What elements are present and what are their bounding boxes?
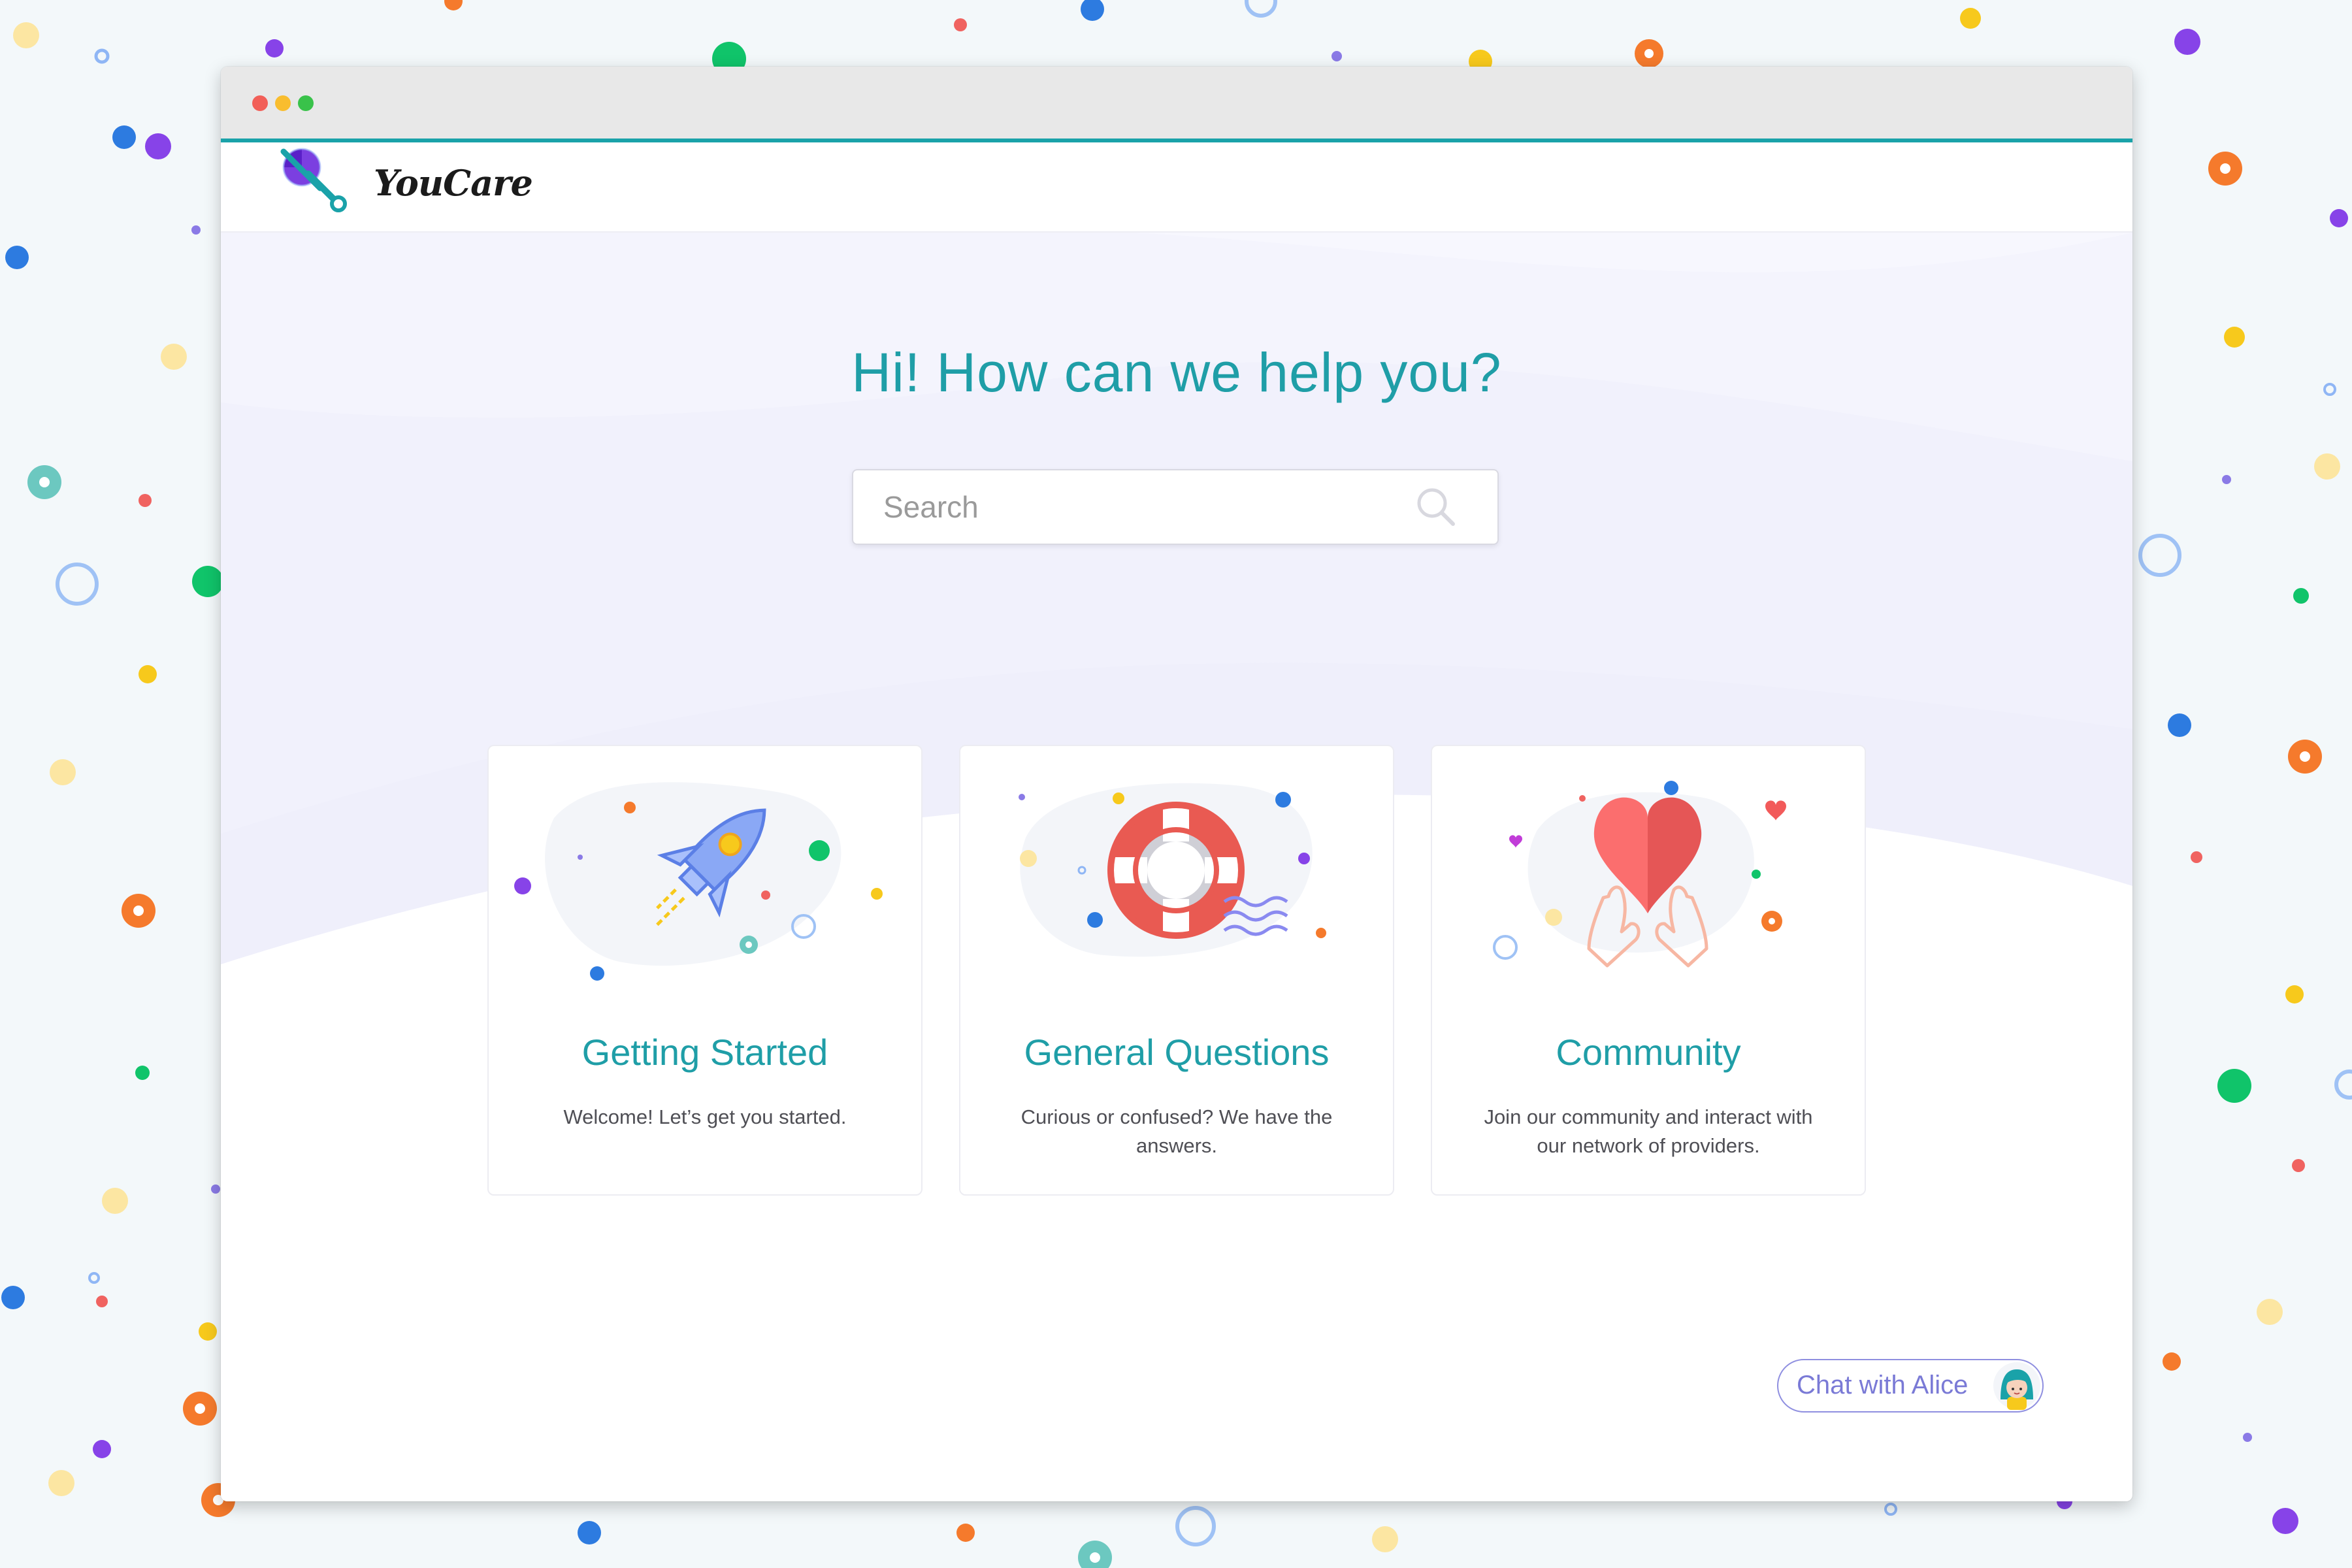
card-getting-started[interactable]: Getting Started Welcome! Let’s get you s… bbox=[487, 745, 923, 1196]
card-description: Curious or confused? We have the answers… bbox=[1021, 1105, 1333, 1157]
card-title[interactable]: Getting Started bbox=[489, 1031, 921, 1073]
close-window-button[interactable] bbox=[252, 95, 268, 111]
search-icon[interactable] bbox=[1411, 482, 1461, 532]
search-box[interactable] bbox=[852, 469, 1499, 545]
hero-title: Hi! How can we help you? bbox=[851, 342, 1502, 403]
card-title[interactable]: Community bbox=[1432, 1031, 1865, 1073]
minimize-window-button[interactable] bbox=[275, 95, 291, 111]
heart-hands-icon bbox=[1493, 781, 1786, 968]
card-description: Join our community and interact with our… bbox=[1484, 1105, 1813, 1157]
maximize-window-button[interactable] bbox=[298, 95, 314, 111]
alice-avatar bbox=[1993, 1362, 2040, 1410]
card-description: Welcome! Let’s get you started. bbox=[563, 1105, 847, 1128]
window-titlebar bbox=[221, 67, 2132, 139]
rocket-icon bbox=[514, 782, 883, 981]
lifebuoy-icon bbox=[1019, 783, 1326, 957]
card-general-questions[interactable]: General Questions Curious or confused? W… bbox=[959, 745, 1394, 1196]
chat-with-alice-button[interactable]: Chat with Alice bbox=[1777, 1359, 2044, 1413]
browser-window: YouCare Hi! How can we help you? Search … bbox=[221, 67, 2132, 1501]
search-input[interactable] bbox=[883, 487, 1393, 527]
chat-button-label: Chat with Alice bbox=[1797, 1371, 1968, 1399]
brand-name[interactable]: YouCare bbox=[374, 162, 533, 204]
card-title[interactable]: General Questions bbox=[960, 1031, 1393, 1073]
magnifier-logo-icon[interactable] bbox=[278, 144, 354, 220]
card-community[interactable]: Community Join our community and interac… bbox=[1431, 745, 1866, 1196]
